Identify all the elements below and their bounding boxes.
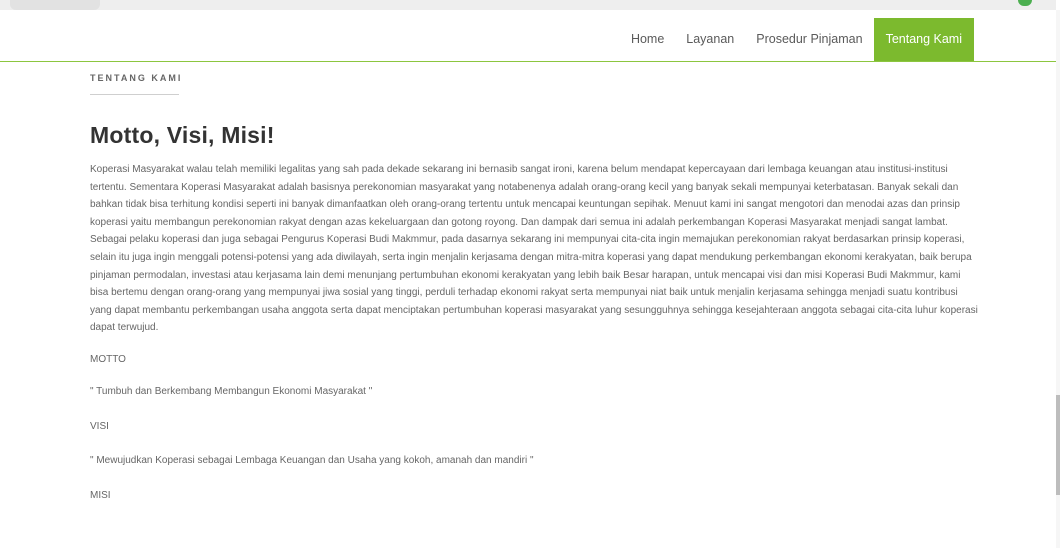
main-content: TENTANG KAMI Motto, Visi, Misi! Koperasi… xyxy=(90,66,980,503)
misi-label: MISI xyxy=(90,489,111,501)
visi-label: VISI xyxy=(90,420,109,432)
nav-item-home[interactable]: Home xyxy=(620,18,675,61)
scrollbar-thumb[interactable] xyxy=(1056,395,1060,495)
page-scrollbar[interactable] xyxy=(1056,10,1060,548)
page-title: Motto, Visi, Misi! xyxy=(90,122,275,148)
nav-menu: Home Layanan Prosedur Pinjaman Tentang K… xyxy=(620,18,974,61)
browser-top-strip xyxy=(0,0,1056,10)
nav-item-tentang-kami[interactable]: Tentang Kami xyxy=(873,18,974,61)
motto-text: " Tumbuh dan Berkembang Membangun Ekonom… xyxy=(90,385,373,397)
motto-label: MOTTO xyxy=(90,353,126,365)
visi-text: " Mewujudkan Koperasi sebagai Lembaga Ke… xyxy=(90,454,534,466)
top-strip-tab xyxy=(10,0,100,10)
top-strip-indicator xyxy=(1018,0,1032,6)
nav-item-prosedur-pinjaman[interactable]: Prosedur Pinjaman xyxy=(745,18,873,61)
navbar: Home Layanan Prosedur Pinjaman Tentang K… xyxy=(0,10,1056,62)
section-label: TENTANG KAMI xyxy=(90,73,183,83)
nav-item-layanan[interactable]: Layanan xyxy=(675,18,745,61)
section-divider xyxy=(90,94,179,95)
about-paragraph: Koperasi Masyarakat walau telah memiliki… xyxy=(90,164,978,334)
